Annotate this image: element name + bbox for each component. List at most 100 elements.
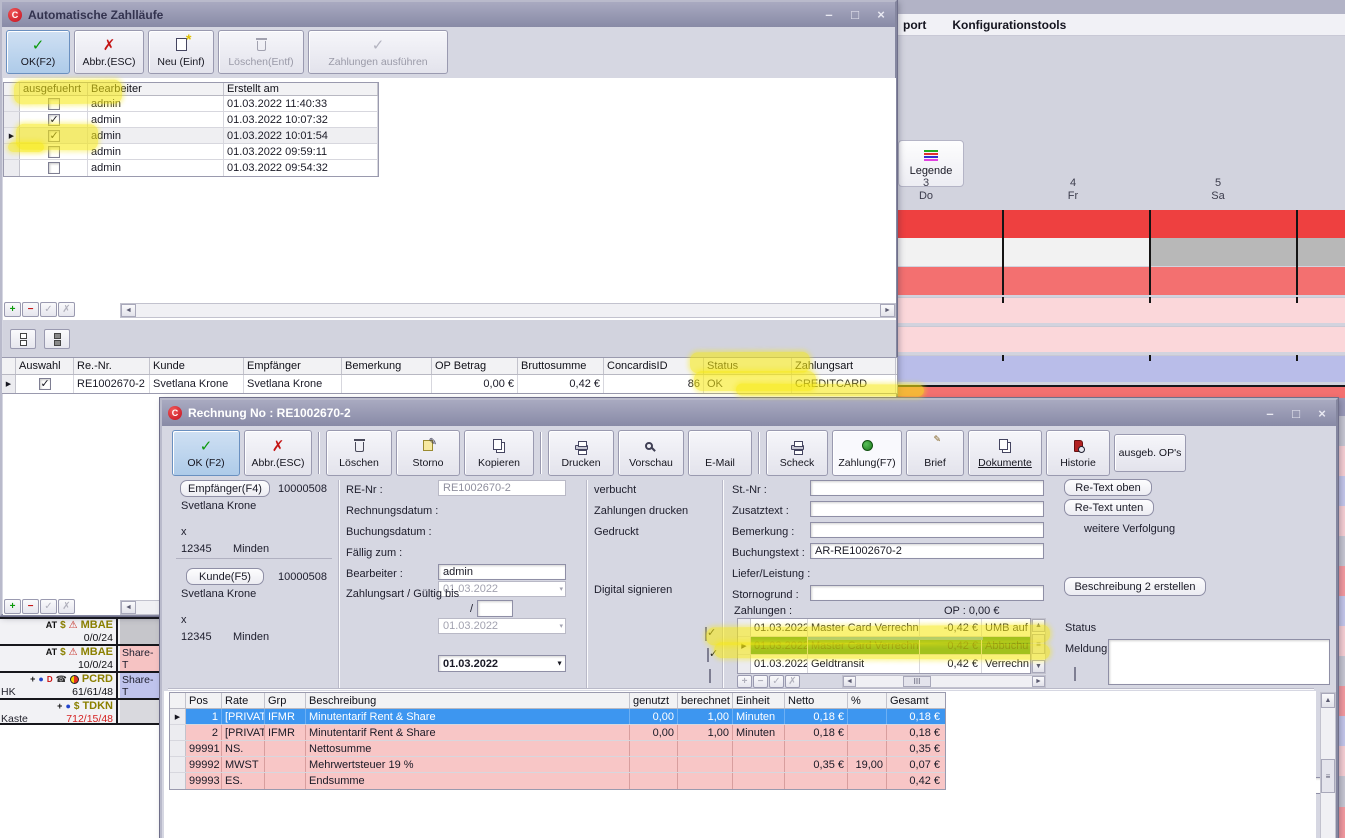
ok-button[interactable]: ✓ OK(F2)	[6, 30, 70, 74]
st-nr-field[interactable]	[810, 480, 1044, 496]
col-prozent[interactable]: %	[848, 693, 887, 708]
executed-checkbox[interactable]	[48, 162, 60, 174]
maximize-button[interactable]: □	[1288, 406, 1304, 421]
position-row-selected[interactable]: ▶ 1 [PRIVAT] IFMR Minutentarif Rent & Sh…	[170, 709, 945, 725]
col-zahlungsart[interactable]: Zahlungsart	[792, 358, 896, 374]
vehicle-row[interactable]: AT $ ⚠ MBAE 10/0/24 Share-T	[0, 644, 160, 671]
scroll-left-icon[interactable]: ◄	[121, 601, 136, 614]
add-row-button[interactable]: +	[4, 599, 21, 614]
payment-run-row[interactable]: admin 01.03.2022 09:59:11	[4, 144, 378, 160]
payment-run-row[interactable]: admin 01.03.2022 11:40:33	[4, 96, 378, 112]
re-nr-field[interactable]: RE1002670-2	[438, 480, 566, 496]
delete-button[interactable]: Löschen(Entf)	[218, 30, 304, 74]
scroll-down-icon[interactable]: ▼	[1032, 660, 1045, 673]
print-button[interactable]: Drucken	[548, 430, 614, 476]
dokumente-button[interactable]: Dokumente	[968, 430, 1042, 476]
confirm-row-button[interactable]: ✓	[40, 302, 57, 317]
grid1-hscrollbar[interactable]: ◄ ►	[120, 303, 896, 318]
zahlung-button[interactable]: Zahlung(F7)	[832, 430, 902, 476]
faellig-field[interactable]: 01.03.2022▼	[438, 655, 566, 672]
cancel-button[interactable]: ✗Abbr.(ESC)	[244, 430, 312, 476]
re-text-oben-button[interactable]: Re-Text oben	[1064, 479, 1152, 496]
zahlungen-drucken-checkbox[interactable]	[707, 648, 709, 662]
payment-run-row-current[interactable]: ▶ admin 01.03.2022 10:01:54	[4, 128, 378, 144]
calendar-row-2-left[interactable]	[897, 238, 1149, 266]
zahlung-row-selected[interactable]: ▶ 01.03.2022 Master Card Verrechni 0,42 …	[738, 637, 1030, 655]
cancel-button[interactable]: ✗ Abbr.(ESC)	[74, 30, 144, 74]
calendar-row-3[interactable]	[897, 267, 1345, 295]
close-button[interactable]: ×	[873, 7, 889, 22]
col-bruttosumme[interactable]: Bruttosumme	[518, 358, 604, 374]
weitere-verfolgung-checkbox[interactable]	[1074, 667, 1076, 681]
vehicle-row[interactable]: + ● D ☎ PCRD HK 61/61/48 Share-T	[0, 671, 160, 698]
scrollbar-thumb[interactable]: ≡	[1032, 634, 1045, 654]
payment-run-row[interactable]: admin 01.03.2022 10:07:32	[4, 112, 378, 128]
confirm-row-button[interactable]: ✓	[769, 675, 784, 688]
calendar-row-2-right[interactable]	[1149, 238, 1345, 266]
col-pos[interactable]: Pos	[186, 693, 222, 708]
ok-button[interactable]: ✓OK (F2)	[172, 430, 240, 476]
col-erstellt-am[interactable]: Erstellt am	[224, 83, 378, 95]
col-re-nr[interactable]: Re.-Nr.	[74, 358, 150, 374]
remove-row-button[interactable]: −	[22, 302, 39, 317]
zusatztext-field[interactable]	[810, 501, 1044, 517]
executed-checkbox[interactable]	[48, 98, 60, 110]
calendar-row-1[interactable]	[897, 210, 1345, 238]
col-rate[interactable]: Rate	[222, 693, 265, 708]
scroll-right-icon[interactable]: ►	[1032, 676, 1045, 687]
new-button[interactable]: Neu (Einf)	[148, 30, 214, 74]
col-kunde[interactable]: Kunde	[150, 358, 244, 374]
verbucht-checkbox[interactable]	[705, 627, 707, 641]
menu-item-port[interactable]: port	[903, 18, 926, 32]
zahlungen-hscrollbar[interactable]: ◄ III ►	[842, 675, 1046, 688]
meldung-textarea[interactable]	[1108, 639, 1330, 685]
email-button[interactable]: E-Mail	[688, 430, 752, 476]
position-row[interactable]: 99992 MWST Mehrwertsteuer 19 % 0,35 € 19…	[170, 757, 945, 773]
position-row[interactable]: 2 [PRIVAT] IFMR Minutentarif Rent & Shar…	[170, 725, 945, 741]
remove-row-button[interactable]: −	[22, 599, 39, 614]
col-berechnet[interactable]: berechnet	[678, 693, 733, 708]
col-netto[interactable]: Netto	[785, 693, 848, 708]
scheck-button[interactable]: Scheck	[766, 430, 828, 476]
col-op-betrag[interactable]: OP Betrag	[432, 358, 518, 374]
scroll-left-icon[interactable]: ◄	[843, 676, 856, 687]
col-ausgefuehrt[interactable]: ausgefuehrt	[20, 83, 88, 95]
select-none-button[interactable]	[10, 329, 36, 349]
close-button[interactable]: ×	[1314, 406, 1330, 421]
add-row-button[interactable]: +	[737, 675, 752, 688]
positions-vscrollbar[interactable]: ▲ ≡	[1320, 692, 1336, 838]
bemerkung-field[interactable]	[810, 522, 1044, 538]
scroll-left-icon[interactable]: ◄	[121, 304, 136, 317]
col-empfaenger[interactable]: Empfänger	[244, 358, 342, 374]
col-bemerkung[interactable]: Bemerkung	[342, 358, 432, 374]
preview-button[interactable]: Vorschau	[618, 430, 684, 476]
col-concardisid[interactable]: ConcardisID	[604, 358, 704, 374]
position-row[interactable]: 99991 NS. Nettosumme 0,35 €	[170, 741, 945, 757]
empfaenger-button[interactable]: Empfänger(F4)	[180, 480, 270, 497]
remove-row-button[interactable]: −	[753, 675, 768, 688]
col-status[interactable]: Status	[704, 358, 792, 374]
payment-row[interactable]: ▶ RE1002670-2 Svetlana Krone Svetlana Kr…	[2, 375, 897, 393]
scroll-up-icon[interactable]: ▲	[1321, 693, 1335, 708]
payment-run-row[interactable]: admin 01.03.2022 09:54:32	[4, 160, 378, 176]
buchungsdatum-field[interactable]: 01.03.2022▾	[438, 618, 566, 634]
cancel-row-button[interactable]: ✗	[58, 302, 75, 317]
beschreibung2-button[interactable]: Beschreibung 2 erstellen	[1064, 577, 1206, 596]
col-gesamt[interactable]: Gesamt	[887, 693, 943, 708]
cancel-row-button[interactable]: ✗	[58, 599, 75, 614]
scrollbar-thumb[interactable]: ≡	[1321, 759, 1335, 793]
kunde-button[interactable]: Kunde(F5)	[186, 568, 264, 585]
zahlung-row[interactable]: 01.03.2022 Geldtransit 0,42 € Verrechn	[738, 655, 1030, 673]
minimize-button[interactable]: –	[821, 7, 837, 22]
calendar-row-4[interactable]	[897, 297, 1345, 323]
scroll-up-icon[interactable]: ▲	[1032, 619, 1045, 632]
zahlung-row[interactable]: 01.03.2022 Master Card Verrechni -0,42 €…	[738, 619, 1030, 637]
add-row-button[interactable]: +	[4, 302, 21, 317]
gedruckt-checkbox[interactable]	[709, 669, 711, 683]
calendar-row-7[interactable]	[897, 385, 1345, 399]
executed-checkbox[interactable]	[48, 146, 60, 158]
vehicle-row[interactable]: + ● $ TDKN Kaste 712/15/48	[0, 698, 160, 725]
position-row[interactable]: 99993 ES. Endsumme 0,42 €	[170, 773, 945, 789]
ausgeb-ops-button[interactable]: ausgeb. OP's	[1114, 434, 1186, 472]
calendar-row-5[interactable]	[897, 326, 1345, 352]
